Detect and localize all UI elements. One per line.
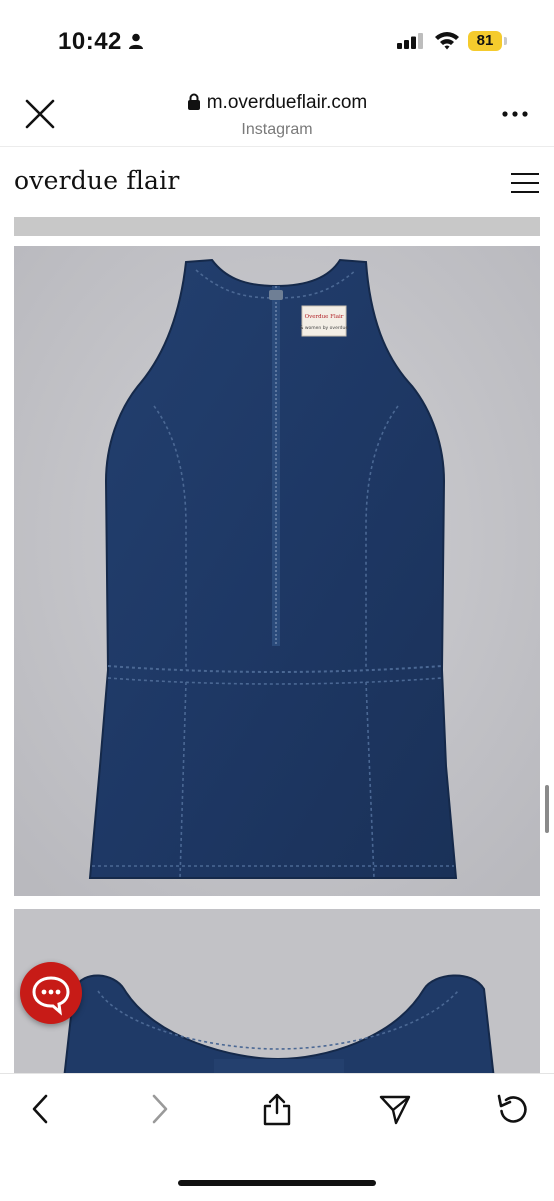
send-icon[interactable] <box>378 1092 412 1126</box>
denim-dress-back-view: Overdue Flair & women by overdue <box>14 246 540 896</box>
signal-icon <box>397 33 423 49</box>
forward-icon[interactable] <box>142 1092 176 1126</box>
denim-dress-detail-view <box>14 909 540 1079</box>
chat-icon <box>32 976 70 1016</box>
reload-icon[interactable] <box>496 1092 530 1126</box>
source-label: Instagram <box>241 121 313 138</box>
product-image-second[interactable] <box>14 909 540 1079</box>
more-icon[interactable] <box>500 104 530 124</box>
url-text: m.overdueflair.com <box>206 92 368 113</box>
wifi-icon <box>435 32 459 50</box>
scroll-indicator[interactable] <box>545 785 549 833</box>
address-bar[interactable]: m.overdueflair.com <box>0 92 554 114</box>
status-time: 10:42 <box>58 28 122 55</box>
garment-label-line2: & women by overdue <box>300 325 348 331</box>
battery-indicator: 81 <box>468 31 502 51</box>
person-icon <box>129 33 143 49</box>
lock-icon <box>187 93 200 110</box>
header-divider <box>0 146 554 147</box>
status-bar: 10:42 81 <box>0 0 554 80</box>
back-icon[interactable] <box>24 1092 58 1126</box>
battery-tip <box>504 37 507 45</box>
share-icon[interactable] <box>260 1092 294 1126</box>
chat-button[interactable] <box>20 962 82 1024</box>
menu-icon[interactable] <box>510 172 540 194</box>
site-logo[interactable]: overdue flair <box>14 166 179 195</box>
garment-label-line1: Overdue Flair <box>305 314 344 320</box>
home-indicator[interactable] <box>178 1180 376 1186</box>
product-image-previous[interactable] <box>14 217 540 236</box>
product-image-main[interactable]: Overdue Flair & women by overdue <box>14 246 540 896</box>
